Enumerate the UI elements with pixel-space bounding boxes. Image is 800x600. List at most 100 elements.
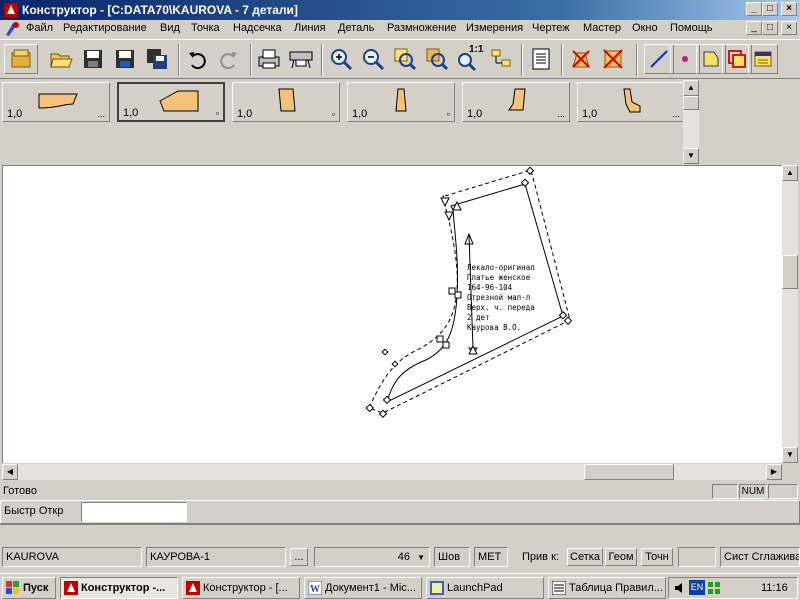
- launchpad-icon: [430, 581, 444, 595]
- volume-icon[interactable]: [673, 581, 687, 595]
- piece-manager-button[interactable]: [4, 44, 38, 74]
- redo-button[interactable]: [214, 44, 244, 74]
- scroll-up-icon[interactable]: ▲: [782, 165, 798, 181]
- document-window-icon[interactable]: [4, 21, 22, 37]
- scroll-left-icon[interactable]: ◀: [2, 464, 18, 480]
- zoom-in-button[interactable]: [326, 44, 356, 74]
- menu-wizard[interactable]: Мастер: [583, 22, 621, 34]
- menu-grading[interactable]: Размножение: [387, 22, 456, 34]
- menu-point[interactable]: Точка: [191, 22, 220, 34]
- delete-button[interactable]: [566, 44, 596, 74]
- menu-piece[interactable]: Деталь: [338, 22, 374, 34]
- canvas-vertical-scrollbar[interactable]: ▲ ▼: [782, 165, 798, 463]
- piece-marker: ...: [672, 109, 680, 119]
- taskbar-task-active[interactable]: Конструктор -...: [60, 577, 178, 599]
- canvas-horizontal-scrollbar[interactable]: ◀ ▶: [2, 464, 782, 480]
- info-bar: KAUROVA КАУРОВА-1 ... 46 ▼ Шов МЕТ Прив …: [0, 545, 800, 569]
- menu-view[interactable]: Вид: [160, 22, 180, 34]
- zoom-out-button[interactable]: [358, 44, 388, 74]
- app-icon: [4, 3, 18, 17]
- document-icon: [532, 48, 550, 70]
- piece-thumbnail[interactable]: 1,0 ...: [462, 82, 570, 122]
- zoom-window-button[interactable]: [390, 44, 420, 74]
- piece-thumbnail-selected[interactable]: 1,0 ▫: [117, 82, 225, 122]
- snap-geom-button[interactable]: Геом: [605, 548, 637, 566]
- maximize-button[interactable]: □: [762, 2, 778, 16]
- zoom-actual-button[interactable]: 1:1: [454, 44, 484, 74]
- annotation-line: 164-96-104: [467, 283, 513, 292]
- blank-field: [678, 547, 716, 567]
- quick-open-input[interactable]: [81, 502, 187, 522]
- toolbar: 1:1: [0, 39, 800, 79]
- scroll-down-icon[interactable]: ▼: [782, 447, 798, 463]
- pan-button[interactable]: [486, 44, 516, 74]
- scroll-down-icon[interactable]: ▼: [683, 148, 699, 164]
- mdi-close-button[interactable]: ×: [781, 21, 797, 35]
- minimize-button[interactable]: _: [746, 2, 762, 16]
- scroll-thumb[interactable]: [683, 96, 699, 110]
- menu-line[interactable]: Линия: [294, 22, 326, 34]
- annotation-line: Платье женское: [467, 273, 531, 282]
- browse-button[interactable]: ...: [290, 548, 308, 566]
- plotter-button[interactable]: [286, 44, 316, 74]
- taskbar-task[interactable]: Таблица Правил...: [548, 577, 666, 599]
- taskbar-task[interactable]: Конструктор - [...: [182, 577, 300, 599]
- piece-thumbnail[interactable]: 1,0 ...: [2, 82, 110, 122]
- print-button[interactable]: [254, 44, 284, 74]
- taskbar-task[interactable]: W Документ1 - Mic...: [304, 577, 422, 599]
- table-tool-button[interactable]: [748, 44, 778, 74]
- menu-notch[interactable]: Надсечка: [233, 22, 282, 34]
- snap-grid-button[interactable]: Сетка: [567, 548, 603, 566]
- drawing-canvas[interactable]: Лекало-оригинал Платье женское 164-96-10…: [2, 165, 782, 463]
- mdi-minimize-button[interactable]: _: [746, 21, 762, 35]
- document-button[interactable]: [526, 44, 556, 74]
- language-indicator[interactable]: EN: [689, 580, 705, 595]
- menu-edit[interactable]: Редактирование: [63, 22, 147, 34]
- zoom-all-button[interactable]: [422, 44, 452, 74]
- piece-scale: 1,0: [123, 107, 139, 119]
- piece-thumbnail[interactable]: 1,0 ▫: [232, 82, 340, 122]
- piece-scale: 1,0: [352, 108, 368, 120]
- units-field[interactable]: МЕТ: [474, 547, 508, 567]
- undo-icon: [189, 52, 206, 70]
- save-button[interactable]: [78, 44, 108, 74]
- undo-button[interactable]: [182, 44, 212, 74]
- snap-point-button[interactable]: Точн: [641, 548, 673, 566]
- scroll-up-icon[interactable]: ▲: [683, 80, 699, 96]
- toolbar-separator: [521, 44, 523, 76]
- save-all-button[interactable]: [142, 44, 172, 74]
- seam-field[interactable]: Шов: [434, 547, 470, 567]
- menu-measure[interactable]: Измерения: [466, 22, 523, 34]
- taskbar-task[interactable]: LaunchPad: [426, 577, 544, 599]
- smoothing-field[interactable]: Сист Сглажива: [720, 547, 800, 567]
- scroll-thumb[interactable]: [782, 255, 798, 289]
- cancel-button[interactable]: [598, 44, 628, 74]
- piece-icon: [703, 51, 719, 67]
- menu-help[interactable]: Помощь: [670, 22, 713, 34]
- menu-window[interactable]: Окно: [632, 22, 658, 34]
- piece-shape-icon: [38, 93, 78, 109]
- menu-file[interactable]: Файл: [26, 22, 53, 34]
- status-indicator: [712, 484, 738, 499]
- pattern-piece-drawing[interactable]: Лекало-оригинал Платье женское 164-96-10…: [3, 166, 783, 464]
- network-icon[interactable]: [707, 581, 721, 595]
- piece-thumbnail[interactable]: 1,0 ...: [577, 82, 685, 122]
- menu-drawing[interactable]: Чертеж: [532, 22, 570, 34]
- pieces-scrollbar[interactable]: ▲ ▼: [683, 80, 699, 164]
- start-button[interactable]: Пуск: [2, 577, 56, 599]
- scroll-thumb[interactable]: [584, 464, 674, 480]
- piece-thumbnail[interactable]: 1,0 ▫: [347, 82, 455, 122]
- piece-marker: ...: [557, 109, 565, 119]
- zoom-all-icon: [426, 48, 449, 71]
- point-icon: [682, 56, 688, 62]
- menu-bar: Файл Редактирование Вид Точка Надсечка Л…: [0, 20, 800, 38]
- chevron-down-icon[interactable]: ▼: [417, 553, 425, 562]
- open-button[interactable]: [46, 44, 76, 74]
- close-button[interactable]: ×: [781, 2, 797, 16]
- mdi-restore-button[interactable]: □: [762, 21, 778, 35]
- quick-open-bar: Быстр Откр: [0, 500, 800, 524]
- scroll-right-icon[interactable]: ▶: [766, 464, 782, 480]
- number-field[interactable]: 46 ▼: [314, 547, 430, 567]
- save-as-button[interactable]: [110, 44, 140, 74]
- delete-icon: [572, 50, 590, 68]
